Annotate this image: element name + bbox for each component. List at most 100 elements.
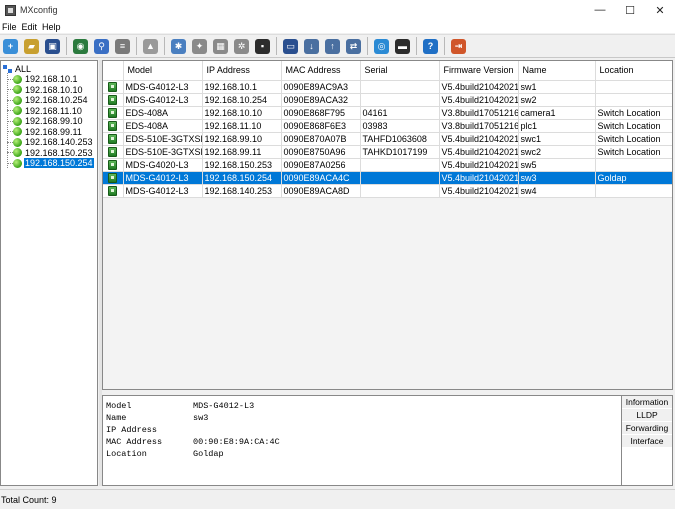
- column-ip-address[interactable]: IP Address: [202, 61, 282, 81]
- lock-button[interactable]: ▲: [141, 37, 160, 56]
- tree-item[interactable]: 192.168.10.10: [7, 85, 97, 96]
- open-button[interactable]: ▰: [22, 37, 41, 56]
- detail-value: sw3: [193, 413, 209, 423]
- menu-file[interactable]: File: [0, 22, 20, 32]
- batch-config-button[interactable]: ✲: [232, 37, 251, 56]
- tree-item[interactable]: 192.168.11.10: [7, 106, 97, 117]
- table-row[interactable]: EDS-510E-3GTXSFP192.168.99.110090E8750A9…: [103, 145, 672, 159]
- tree-item-label: 192.168.11.10: [25, 105, 82, 116]
- device-status-icon: [13, 74, 22, 84]
- network-search-icon: ◉: [73, 38, 88, 54]
- tree-item[interactable]: 192.168.10.254: [7, 95, 97, 106]
- device-status-icon: [13, 148, 22, 158]
- cell-mac-address: 0090E89ACA8D: [281, 184, 361, 198]
- detail-tabs: Information LLDP Forwarding Interface: [622, 395, 673, 486]
- column-mac-address[interactable]: MAC Address: [281, 61, 361, 81]
- firmware-upgrade-button[interactable]: ▭: [281, 37, 300, 56]
- tree-item[interactable]: 192.168.10.1: [7, 74, 97, 85]
- cell-mac-address: 0090E89AC9A3: [281, 80, 361, 94]
- cell-location: Goldap: [595, 171, 672, 185]
- cell-mac-address: 0090E89ACA32: [281, 93, 361, 107]
- cell-model: MDS-G4012-L3: [123, 171, 203, 185]
- firmware-upgrade-icon: ▭: [283, 38, 298, 54]
- search-button[interactable]: ⚲: [92, 37, 111, 56]
- cell-location: Switch Location: [595, 106, 672, 120]
- telnet-button[interactable]: ▬: [393, 37, 412, 56]
- device-status-icon: [13, 158, 22, 168]
- web-browser-button[interactable]: ◎: [372, 37, 391, 56]
- cell-model: EDS-510E-3GTXSFP: [123, 145, 203, 159]
- toolbar-separator: [164, 37, 165, 55]
- tab-forwarding[interactable]: Forwarding: [622, 422, 672, 435]
- cli-button[interactable]: ▪: [253, 37, 272, 56]
- tree-item[interactable]: 192.168.99.11: [7, 127, 97, 138]
- menu-edit[interactable]: Edit: [20, 22, 41, 32]
- window-title: MXconfig: [20, 5, 58, 15]
- menu-help[interactable]: Help: [40, 22, 64, 32]
- table-row[interactable]: MDS-G4012-L3 192.168.140.253 0090E89ACA8D V…: [103, 184, 672, 198]
- detail-value: 00:90:E8:9A:CA:4C: [193, 437, 280, 447]
- tab-interface[interactable]: Interface: [622, 435, 672, 448]
- cell-location: [595, 184, 672, 198]
- switch-device-icon: [108, 81, 118, 92]
- tab-information[interactable]: Information: [622, 396, 672, 409]
- cell-mac-address: 0090E868F6E3: [281, 119, 361, 133]
- device-config-button[interactable]: ▦: [211, 37, 230, 56]
- maximize-button[interactable]: ☐: [615, 0, 645, 20]
- cell-name: swc2: [518, 145, 596, 159]
- cell-serial: TAHKD1017199: [360, 145, 440, 159]
- cell-ip-address: 192.168.10.10: [202, 106, 282, 120]
- tree-item[interactable]: 192.168.99.10: [7, 116, 97, 127]
- exit-button[interactable]: ⇥: [449, 37, 468, 56]
- column-location[interactable]: Location: [595, 61, 672, 81]
- tree-item[interactable]: 192.168.150.253: [7, 148, 97, 159]
- config-button[interactable]: ✱: [169, 37, 188, 56]
- cell-location: Switch Location: [595, 145, 672, 159]
- table-row[interactable]: MDS-G4020-L3 192.168.150.253 0090E87A0256 V…: [103, 158, 672, 172]
- cell-ip-address: 192.168.11.10: [202, 119, 282, 133]
- tree-item[interactable]: 192.168.150.254: [7, 158, 97, 169]
- cell-mac-address: 0090E89ACA4C: [281, 171, 361, 185]
- cell-name: plc1: [518, 119, 596, 133]
- compare-config-button[interactable]: ⇄: [344, 37, 363, 56]
- tree-item-label: 192.168.140.253: [25, 137, 93, 148]
- cell-firmware-version: V5.4build21042021: [439, 171, 519, 185]
- column-model[interactable]: Model: [123, 61, 203, 81]
- cell-model: MDS-G4012-L3: [123, 93, 203, 107]
- network-search-button[interactable]: ◉: [71, 37, 90, 56]
- tab-lldp[interactable]: LLDP: [622, 409, 672, 422]
- icon-column-header: [103, 61, 124, 81]
- table-row[interactable]: EDS-408A 192.168.10.10 0090E868F795 04161 V3…: [103, 106, 672, 120]
- cell-name: sw2: [518, 93, 596, 107]
- switch-device-icon: [108, 159, 118, 170]
- tree-root-all[interactable]: ALL: [3, 63, 97, 74]
- table-row[interactable]: MDS-G4012-L3 192.168.10.1 0090E89AC9A3 V5.4…: [103, 80, 672, 94]
- topology-button[interactable]: ✦: [190, 37, 209, 56]
- app-logo-icon: [5, 4, 16, 16]
- row-icon-cell: [103, 106, 124, 120]
- cell-firmware-version: V5.4build21042021: [439, 132, 519, 146]
- detail-key: Model: [106, 401, 132, 411]
- import-config-button[interactable]: ↓: [302, 37, 321, 56]
- tree-item-label: 192.168.10.10: [25, 84, 83, 95]
- help-button[interactable]: ?: [421, 37, 440, 56]
- export-config-button[interactable]: ↑: [323, 37, 342, 56]
- toolbar-separator: [276, 37, 277, 55]
- minimize-button[interactable]: —: [585, 0, 615, 20]
- tree-item[interactable]: 192.168.140.253: [7, 137, 97, 148]
- close-button[interactable]: ✕: [645, 0, 675, 20]
- column-name[interactable]: Name: [518, 61, 596, 81]
- table-row[interactable]: MDS-G4012-L3 192.168.150.254 0090E89ACA4C V…: [103, 171, 672, 185]
- column-serial[interactable]: Serial: [360, 61, 440, 81]
- telnet-icon: ▬: [395, 38, 410, 54]
- search-icon: ⚲: [94, 38, 109, 54]
- table-row[interactable]: EDS-408A 192.168.11.10 0090E868F6E3 03983 V3…: [103, 119, 672, 133]
- save-button[interactable]: ▣: [43, 37, 62, 56]
- report-button[interactable]: ≡: [113, 37, 132, 56]
- cell-ip-address: 192.168.150.254: [202, 171, 282, 185]
- detail-row: Model MDS-G4012-L3: [103, 400, 621, 412]
- column-firmware-version[interactable]: Firmware Version: [439, 61, 519, 81]
- new-project-button[interactable]: +: [1, 37, 20, 56]
- table-row[interactable]: EDS-510E-3GTXSFP192.168.99.100090E870A07…: [103, 132, 672, 146]
- table-row[interactable]: MDS-G4012-L3 192.168.10.254 0090E89ACA32 V5…: [103, 93, 672, 107]
